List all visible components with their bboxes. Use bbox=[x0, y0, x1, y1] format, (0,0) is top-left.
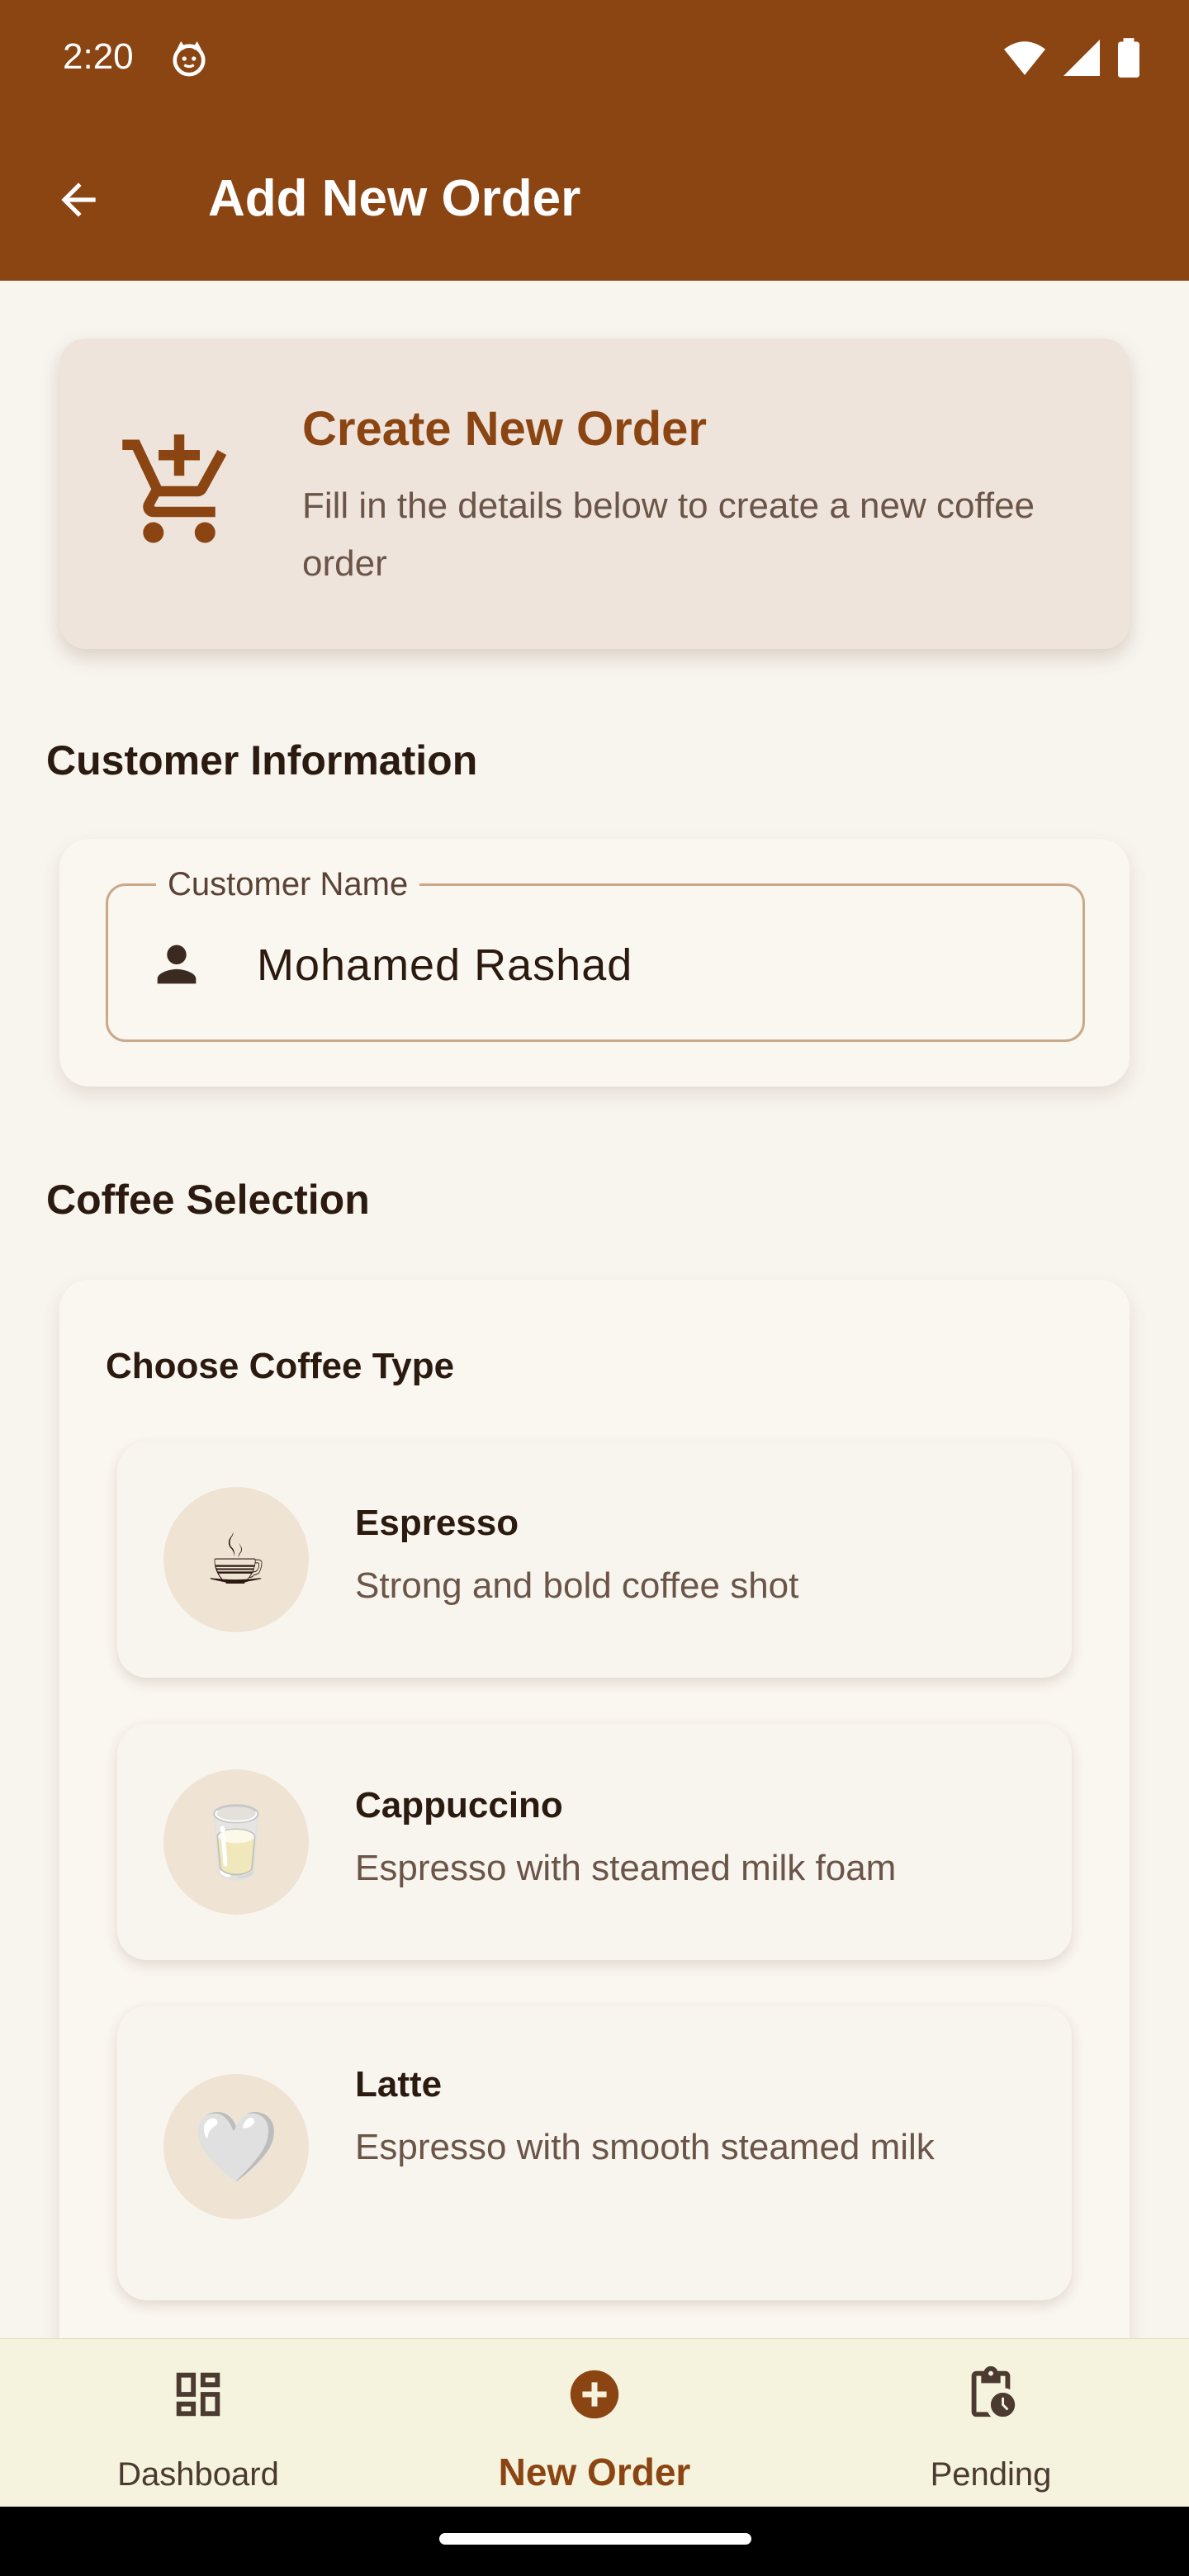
battery-icon bbox=[1118, 38, 1139, 78]
customer-name-label: Customer Name bbox=[156, 866, 420, 903]
person-icon bbox=[157, 945, 197, 984]
hero-description: Fill in the details below to create a ne… bbox=[302, 485, 1035, 584]
coffee-option-espresso[interactable]: ☕ Espresso Strong and bold coffee shot bbox=[117, 1442, 1072, 1678]
customer-section-title: Customer Information bbox=[46, 737, 478, 784]
dashboard-icon bbox=[176, 2372, 220, 2417]
customer-name-field[interactable]: Customer Name bbox=[106, 866, 1085, 1042]
milk-glass-icon: 🥛 bbox=[163, 1769, 309, 1915]
coffee-section-title: Coffee Selection bbox=[46, 1177, 370, 1223]
coffee-description: Strong and bold coffee shot bbox=[355, 1565, 799, 1606]
nav-label: Dashboard bbox=[117, 2456, 279, 2493]
nav-pending[interactable]: Pending bbox=[793, 2339, 1189, 2507]
status-time: 2:20 bbox=[63, 36, 134, 77]
pending-clipboard-icon bbox=[971, 2365, 1016, 2417]
espresso-cup-icon: ☕ bbox=[163, 1487, 309, 1632]
coffee-selection-card: Choose Coffee Type ☕ Espresso Strong and… bbox=[59, 1280, 1130, 2353]
nav-label: Pending bbox=[930, 2456, 1052, 2493]
bottom-navigation: Dashboard New Order Pending bbox=[0, 2338, 1189, 2507]
customer-name-input[interactable] bbox=[257, 930, 1049, 1000]
coffee-option-cappuccino[interactable]: 🥛 Cappuccino Espresso with steamed milk … bbox=[117, 1724, 1072, 1960]
coffee-description: Espresso with smooth steamed milk bbox=[355, 2127, 935, 2167]
nav-dashboard[interactable]: Dashboard bbox=[0, 2339, 396, 2507]
customer-card: Customer Name bbox=[59, 839, 1130, 1087]
add-shopping-cart-icon bbox=[122, 434, 227, 543]
hero-title: Create New Order bbox=[302, 402, 707, 456]
arrow-back-icon bbox=[61, 182, 96, 217]
choose-coffee-label: Choose Coffee Type bbox=[106, 1346, 455, 1386]
signal-icon bbox=[1063, 40, 1100, 76]
coffee-name: Cappuccino bbox=[355, 1785, 563, 1825]
status-bar: 2:20 bbox=[0, 0, 1189, 120]
app-bar: Add New Order bbox=[0, 120, 1189, 281]
nav-label: New Order bbox=[498, 2451, 691, 2493]
coffee-name: Latte bbox=[355, 2064, 443, 2105]
create-order-banner: Create New Order Fill in the details bel… bbox=[59, 339, 1130, 649]
back-button[interactable] bbox=[50, 171, 107, 229]
white-heart-icon: 🤍 bbox=[163, 2074, 309, 2219]
notification-cat-icon bbox=[173, 40, 206, 77]
nav-new-order[interactable]: New Order bbox=[396, 2339, 793, 2507]
system-navigation-bar bbox=[0, 2507, 1189, 2576]
wifi-icon bbox=[1004, 41, 1045, 75]
home-indicator[interactable] bbox=[439, 2533, 751, 2545]
coffee-option-latte[interactable]: 🤍 Latte Espresso with smooth steamed mil… bbox=[117, 2006, 1072, 2300]
add-circle-icon bbox=[570, 2370, 619, 2419]
coffee-name: Espresso bbox=[355, 1503, 519, 1543]
page-title: Add New Order bbox=[208, 170, 581, 227]
coffee-description: Espresso with steamed milk foam bbox=[355, 1848, 897, 1888]
